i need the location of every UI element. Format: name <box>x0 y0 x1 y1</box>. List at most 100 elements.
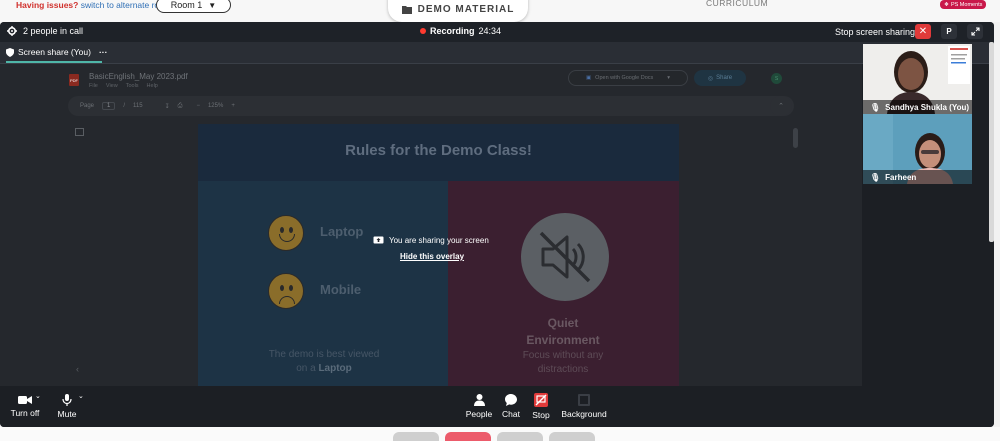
more-icon[interactable]: ··· <box>99 47 108 57</box>
menu-view: View <box>105 83 118 89</box>
stop-share-icon <box>534 393 548 407</box>
mic-options-icon[interactable]: ⌄ <box>78 392 84 400</box>
gear-icon[interactable] <box>7 26 17 36</box>
shared-screen: PDF BasicEnglish_May 2023.pdf File View … <box>0 64 862 386</box>
tab-screen-share[interactable]: Screen share (You) ··· <box>6 47 107 57</box>
laptop-label: Laptop <box>320 224 364 239</box>
room-label: Room 1 <box>170 0 203 10</box>
pdf-header: PDF BasicEnglish_May 2023.pdf File View … <box>66 68 796 94</box>
mute-button[interactable]: Mute <box>54 386 80 427</box>
turn-off-label: Turn off <box>10 408 40 418</box>
pdf-file-icon: PDF <box>69 74 79 86</box>
pdf-scrollbar <box>793 128 798 148</box>
issues-label: Having issues? <box>16 0 79 10</box>
menu-help: Help <box>146 83 158 89</box>
open-with-label: Open with Google Docs <box>595 75 654 81</box>
page-total: 115 <box>133 103 143 109</box>
dock-button[interactable] <box>445 432 491 441</box>
globe-icon: ◎ <box>707 75 714 82</box>
participant-name: Sandhya Shukla (You) <box>885 102 970 112</box>
microphone-icon: 🎙 <box>870 172 881 182</box>
chevron-down-icon: ▾ <box>667 75 671 81</box>
video-camera-icon <box>18 396 32 404</box>
chat-button[interactable]: Chat <box>500 386 522 427</box>
moments-label: PS Moments <box>950 1 983 8</box>
avatar-initial: P <box>946 27 952 36</box>
zoom-value: 125% <box>207 103 224 109</box>
recording-label: Recording <box>430 26 475 36</box>
person-icon <box>473 394 485 406</box>
participant-tile[interactable]: 🎙 Sandhya Shukla (You) <box>863 44 972 114</box>
issues-text: Having issues? switch to alternate room <box>16 0 171 10</box>
moments-badge[interactable]: ❖ PS Moments <box>940 0 987 9</box>
fullscreen-button[interactable] <box>967 24 983 39</box>
page-sep: / <box>123 103 126 109</box>
stop-sharing-label: Stop screen sharing <box>835 27 916 37</box>
moments-icon: ❖ <box>944 1 949 8</box>
demo-material-button[interactable]: DEMO MATERIAL <box>388 0 528 22</box>
shield-icon <box>6 47 14 57</box>
background-icon <box>578 394 590 406</box>
mute-speaker-icon <box>521 213 609 301</box>
user-avatar-button[interactable]: P <box>941 24 957 39</box>
background-button[interactable]: Background <box>560 386 608 427</box>
participant-tile[interactable]: 🎙 Farheen <box>863 114 972 184</box>
open-with-google-docs-button: ▣ Open with Google Docs ▾ <box>568 70 688 86</box>
background-label: Background <box>561 409 607 419</box>
people-button[interactable]: People <box>464 386 494 427</box>
microphone-icon: 🎙 <box>870 102 881 112</box>
curriculum-tab[interactable]: CURRICULUM <box>706 0 768 8</box>
tab-bar: Screen share (You) ··· <box>0 42 994 64</box>
quiet-subtitle: Focus without any distractions <box>522 350 604 375</box>
call-window: 2 people in call Recording 24:34 Stop sc… <box>0 22 994 427</box>
dock-button[interactable] <box>549 432 595 441</box>
page-label: Page <box>80 103 95 109</box>
screen-share-icon <box>373 236 384 244</box>
dock-button[interactable] <box>393 432 439 441</box>
dock-button[interactable] <box>497 432 543 441</box>
pdf-menu: File View Tools Help <box>89 83 158 89</box>
menu-tools: Tools <box>125 83 139 89</box>
laptop-note: The demo is best viewed on a Laptop <box>238 348 410 376</box>
laptop-note-line2: on a Laptop <box>296 363 352 374</box>
chat-icon <box>505 394 517 406</box>
camera-options-icon[interactable]: ⌄ <box>35 392 41 400</box>
participant-name-bar: 🎙 Farheen <box>863 170 972 184</box>
page-current: 1 <box>102 102 116 110</box>
gdrive-avatar: S <box>771 73 782 84</box>
people-count[interactable]: 2 people in call <box>7 26 83 36</box>
mute-label: Mute <box>57 409 77 419</box>
print-icon: ⎙ <box>177 102 183 109</box>
hide-overlay-link[interactable]: Hide this overlay <box>400 252 464 261</box>
page-scrollbar[interactable] <box>989 42 994 242</box>
laptop-note-line1: The demo is best viewed <box>268 349 380 360</box>
gdrive-share-button: ◎ Share <box>694 70 746 86</box>
recording-dot-icon <box>420 28 426 34</box>
chat-label: Chat <box>502 409 520 419</box>
tab-underline <box>6 61 102 63</box>
slide-title: Rules for the Demo Class! <box>345 142 532 159</box>
zoom-out-icon: − <box>196 103 200 109</box>
gdocs-icon: ▣ <box>585 75 592 81</box>
close-icon: ✕ <box>918 26 928 37</box>
sharing-message: You are sharing your screen <box>389 236 489 245</box>
chevron-down-icon: ▼ <box>208 0 217 10</box>
chevron-left-icon: ‹ <box>76 364 79 374</box>
expand-icon <box>970 27 980 36</box>
slide-header: Rules for the Demo Class! <box>198 124 679 181</box>
people-label: People <box>465 409 493 419</box>
smile-emoji-icon <box>268 215 304 251</box>
stop-label: Stop <box>532 410 550 420</box>
call-header: 2 people in call Recording 24:34 Stop sc… <box>0 22 994 42</box>
menu-file: File <box>89 83 98 89</box>
chevron-up-icon: ⌃ <box>770 96 792 116</box>
room-select[interactable]: Room 1 ▼ <box>156 0 231 13</box>
pdf-title: BasicEnglish_May 2023.pdf <box>89 72 188 81</box>
stop-sharing-button[interactable]: ✕ <box>915 24 931 39</box>
recording-indicator: Recording 24:34 <box>420 26 501 36</box>
recording-time: 24:34 <box>478 26 502 36</box>
stop-sharing-control[interactable]: Stop <box>529 386 553 427</box>
share-label: Share <box>716 75 733 81</box>
slide-left-panel: Laptop Mobile The demo is best viewed on… <box>198 181 448 386</box>
frown-emoji-icon <box>268 273 304 309</box>
